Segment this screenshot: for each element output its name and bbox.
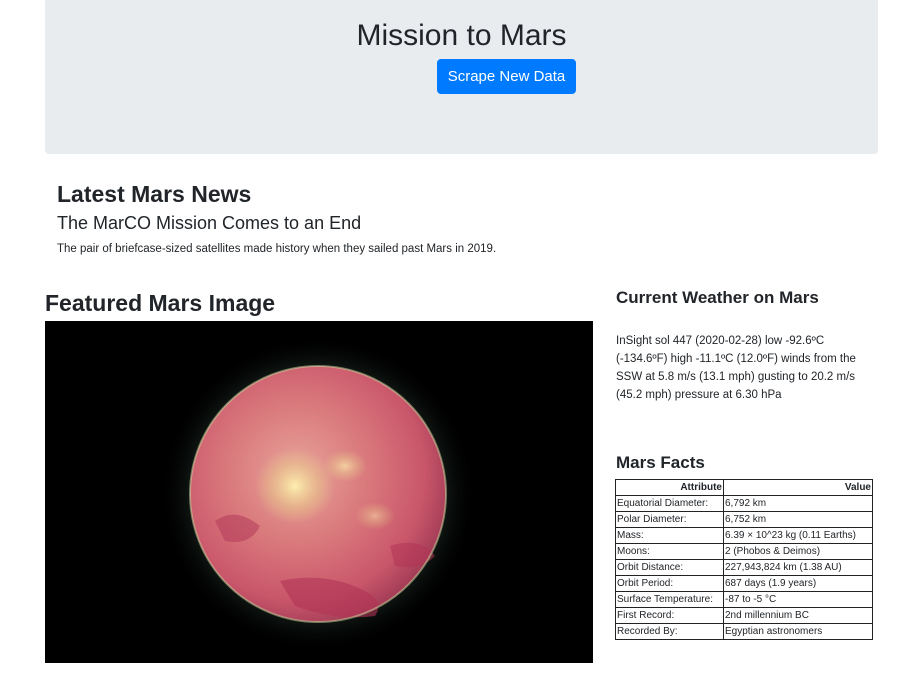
column-header-attribute: Attribute xyxy=(615,479,724,496)
news-teaser: The pair of briefcase-sized satellites m… xyxy=(57,243,497,255)
fact-attribute: Moons: xyxy=(615,543,724,560)
fact-attribute: Orbit Distance: xyxy=(615,559,724,576)
scrape-new-data-button[interactable]: Scrape New Data xyxy=(437,59,576,94)
fact-value: 6,752 km xyxy=(723,511,873,528)
table-row: Moons: 2 (Phobos & Deimos) xyxy=(615,543,873,560)
fact-attribute: Recorded By: xyxy=(615,623,724,640)
fact-attribute: Mass: xyxy=(615,527,724,544)
table-row: First Record: 2nd millennium BC xyxy=(615,607,873,624)
news-section-title: Latest Mars News xyxy=(57,181,252,207)
table-row: Equatorial Diameter: 6,792 km xyxy=(615,495,873,512)
weather-report: InSight sol 447 (2020-02-28) low -92.6ºC… xyxy=(616,335,856,401)
mars-facts-table: Attribute Value Equatorial Diameter: 6,7… xyxy=(615,479,873,640)
table-row: Polar Diameter: 6,752 km xyxy=(615,511,873,528)
sun-image xyxy=(45,321,593,663)
featured-mars-image xyxy=(45,321,593,663)
fact-value: 2nd millennium BC xyxy=(723,607,873,624)
fact-value: 687 days (1.9 years) xyxy=(723,575,873,592)
featured-image-title: Featured Mars Image xyxy=(45,290,276,316)
fact-attribute: Surface Temperature: xyxy=(615,591,724,608)
table-row: Mass: 6.39 × 10^23 kg (0.11 Earths) xyxy=(615,527,873,544)
table-row: Orbit Period: 687 days (1.9 years) xyxy=(615,575,873,592)
table-row: Orbit Distance: 227,943,824 km (1.38 AU) xyxy=(615,559,873,576)
news-headline: The MarCO Mission Comes to an End xyxy=(57,213,362,233)
facts-section-title: Mars Facts xyxy=(616,453,705,472)
weather-section-title: Current Weather on Mars xyxy=(616,288,819,307)
fact-attribute: Polar Diameter: xyxy=(615,511,724,528)
fact-attribute: Equatorial Diameter: xyxy=(615,495,724,512)
header-jumbotron: Mission to Mars Scrape New Data xyxy=(45,0,878,154)
table-header-row: Attribute Value xyxy=(615,479,873,496)
page-title: Mission to Mars xyxy=(356,19,567,52)
column-header-value: Value xyxy=(723,479,873,496)
fact-value: 6.39 × 10^23 kg (0.11 Earths) xyxy=(723,527,873,544)
fact-value: 6,792 km xyxy=(723,495,873,512)
fact-value: -87 to -5 °C xyxy=(723,591,873,608)
fact-value: Egyptian astronomers xyxy=(723,623,873,640)
table-row: Recorded By: Egyptian astronomers xyxy=(615,623,873,640)
fact-value: 227,943,824 km (1.38 AU) xyxy=(723,559,873,576)
table-row: Surface Temperature: -87 to -5 °C xyxy=(615,591,873,608)
fact-attribute: Orbit Period: xyxy=(615,575,724,592)
fact-attribute: First Record: xyxy=(615,607,724,624)
fact-value: 2 (Phobos & Deimos) xyxy=(723,543,873,560)
